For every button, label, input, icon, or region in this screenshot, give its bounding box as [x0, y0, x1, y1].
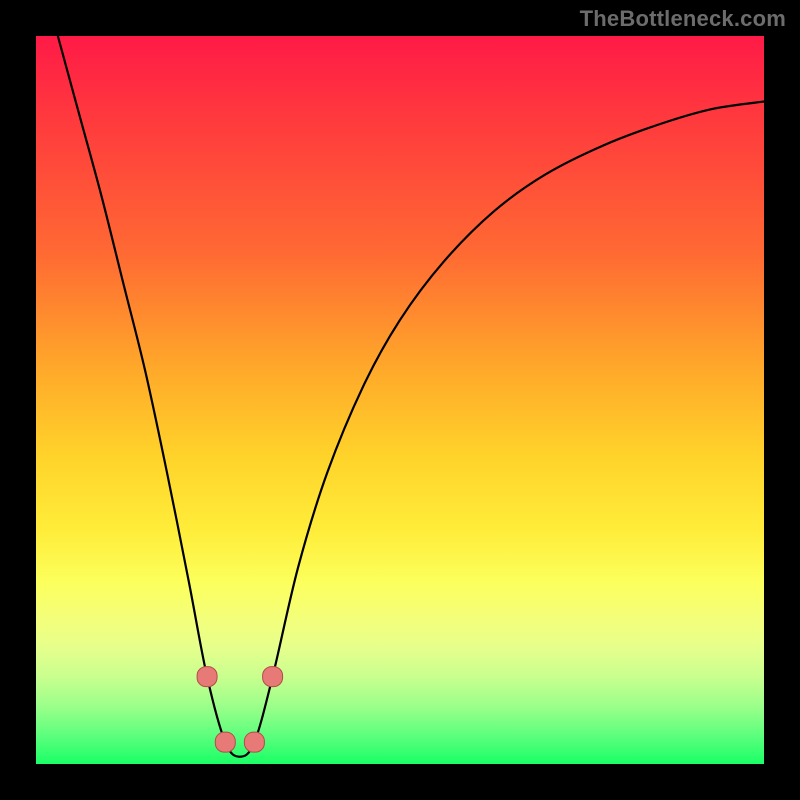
bottleneck-curve [58, 36, 764, 757]
chart-frame: TheBottleneck.com [0, 0, 800, 800]
highlight-dot [215, 732, 235, 752]
curve-layer [36, 36, 764, 764]
highlight-markers [197, 667, 283, 753]
plot-area [36, 36, 764, 764]
highlight-dot [244, 732, 264, 752]
highlight-dot [197, 667, 217, 687]
watermark-text: TheBottleneck.com [580, 6, 786, 32]
highlight-dot [263, 667, 283, 687]
